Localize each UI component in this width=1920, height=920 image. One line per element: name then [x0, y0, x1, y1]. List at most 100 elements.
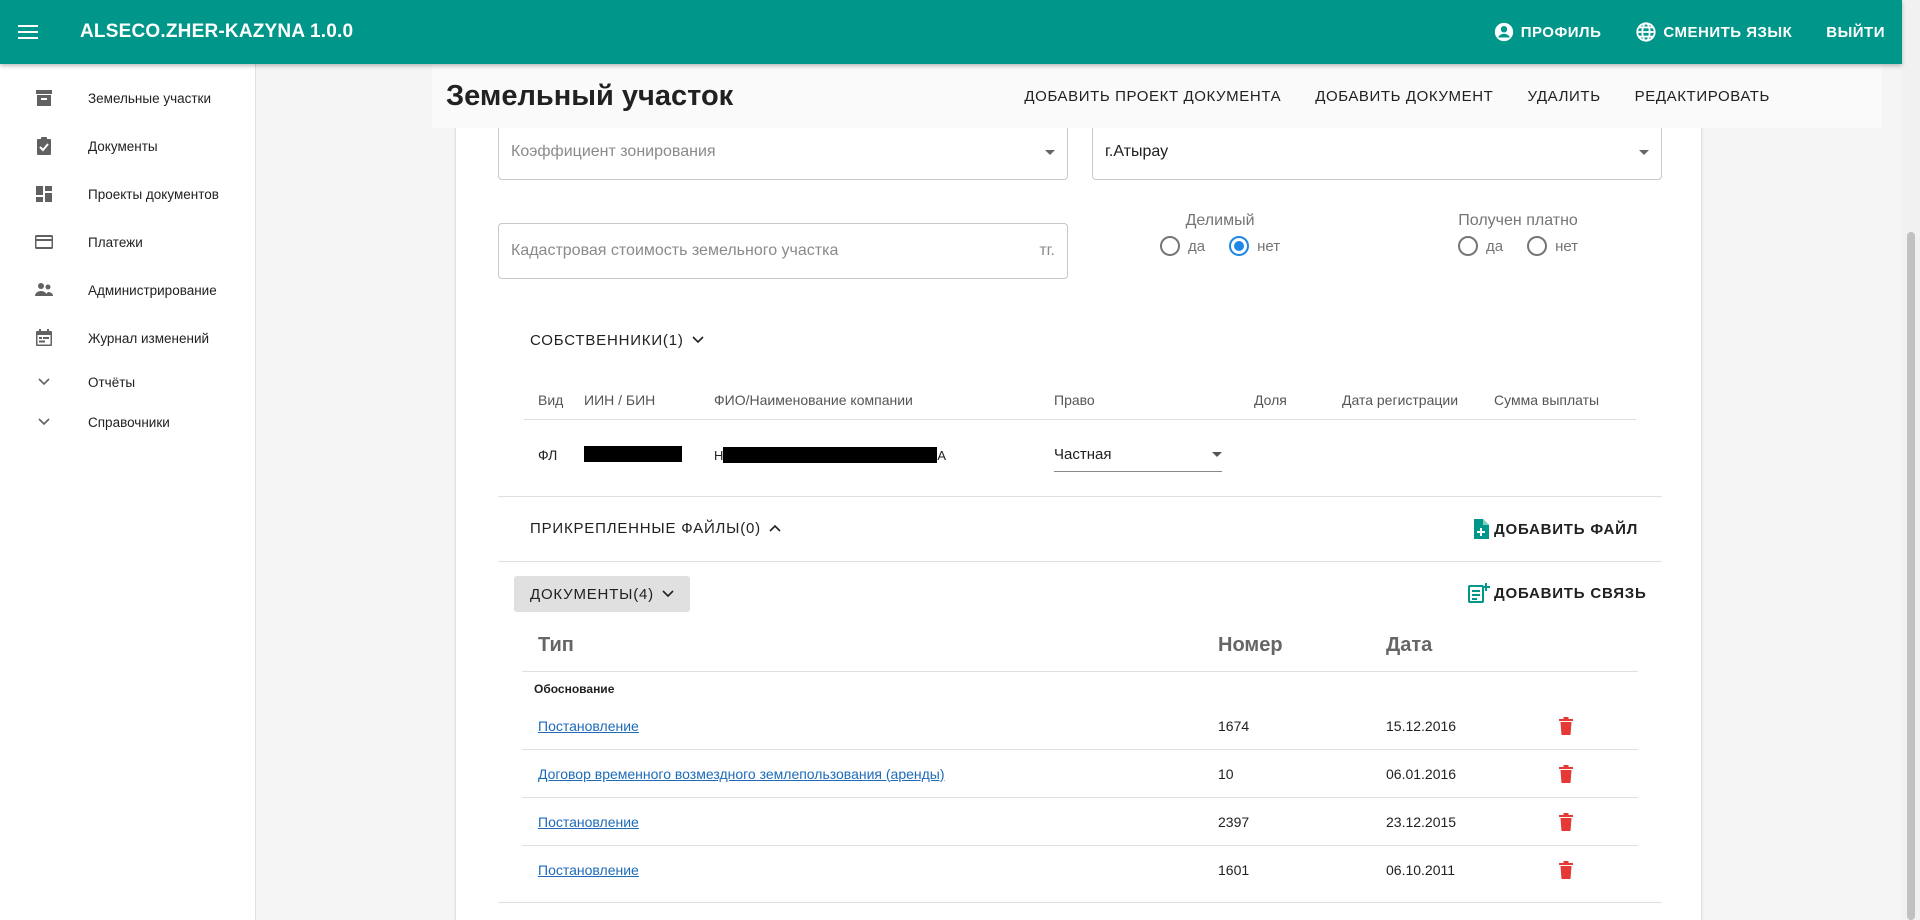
logout-button[interactable]: ВЫЙТИ: [1809, 0, 1902, 64]
sidebar-group-label: Справочники: [88, 414, 170, 430]
dashboard-icon: [32, 182, 56, 206]
app-title: ALSECO.ZHER-KAZYNA 1.0.0: [80, 21, 354, 42]
documents-col-header: Номер: [1218, 634, 1283, 656]
divisible-no-radio[interactable]: [1229, 236, 1250, 256]
region-select[interactable]: г.Атырау: [1092, 124, 1662, 180]
page-title: Земельный участок: [446, 79, 734, 112]
add-document-button[interactable]: ДОБАВИТЬ ДОКУМЕНТ: [1298, 88, 1510, 105]
delete-icon[interactable]: [1554, 714, 1578, 738]
divisible-title: Делимый: [1185, 212, 1255, 229]
divider: [498, 902, 1662, 903]
credit-card-icon: [32, 230, 56, 254]
zoning-coefficient-select[interactable]: Коэффициент зонирования: [498, 124, 1068, 180]
sidebar-group-label: Отчёты: [88, 374, 136, 390]
owner-name-suffix: А: [937, 447, 947, 463]
attached-files-toggle[interactable]: ПРИКРЕПЛЕННЫЕ ФАЙЛЫ(0): [514, 510, 797, 546]
radio-label: да: [1188, 237, 1206, 255]
change-language-button[interactable]: СМЕНИТЬ ЯЗЫК: [1618, 0, 1809, 64]
paid-yes-radio[interactable]: [1458, 236, 1478, 256]
owners-toggle[interactable]: СОБСТВЕННИКИ(1): [514, 322, 720, 358]
sidebar-item-change-log[interactable]: Журнал изменений: [0, 314, 255, 362]
divisible-radio-group: Делимый да нет: [1160, 212, 1280, 256]
owner-name-redacted: [723, 447, 938, 463]
document-date: 06.10.2011: [1386, 862, 1456, 878]
documents-col-header: Тип: [538, 634, 574, 656]
delete-icon[interactable]: [1554, 858, 1578, 882]
documents-col-header: Дата: [1386, 634, 1433, 656]
sidebar-item-land-plots[interactable]: Земельные участки: [0, 74, 255, 122]
chevron-down-icon: [662, 590, 674, 598]
currency-suffix: тг.: [1039, 242, 1055, 259]
owners-col-header: Сумма выплаты: [1494, 391, 1600, 408]
document-date: 15.12.2016: [1386, 717, 1457, 734]
owners-toggle-label: СОБСТВЕННИКИ(1): [530, 331, 684, 349]
chevron-down-icon: [32, 370, 56, 394]
edit-button[interactable]: РЕДАКТИРОВАТЬ: [1618, 88, 1787, 105]
divider: [498, 561, 1662, 562]
language-label: СМЕНИТЬ ЯЗЫК: [1663, 23, 1793, 41]
table-row: Постановление 1674 15.12.2016: [522, 702, 1638, 750]
documents-toggle-label: ДОКУМЕНТЫ(4): [530, 585, 654, 603]
radio-label: нет: [1257, 237, 1281, 255]
cadastral-value-input[interactable]: Кадастровая стоимость земельного участка…: [498, 223, 1068, 279]
document-number: 10: [1218, 765, 1234, 782]
globe-icon: [1636, 22, 1656, 42]
radio-label: нет: [1555, 237, 1579, 255]
logout-label: ВЫЙТИ: [1826, 23, 1885, 41]
zoning-placeholder: Коэффициент зонирования: [511, 143, 716, 160]
add-link-label: ДОБАВИТЬ СВЯЗЬ: [1494, 584, 1647, 602]
scrollbar-thumb[interactable]: [1907, 232, 1915, 920]
document-link[interactable]: Постановление: [538, 862, 639, 878]
sidebar-item-documents[interactable]: Документы: [0, 122, 255, 170]
owner-right-select[interactable]: Частная: [1054, 438, 1222, 472]
documents-group-label: Обоснование: [534, 682, 615, 696]
chevron-up-icon: [769, 524, 781, 532]
owner-name-prefix: Н: [714, 447, 724, 463]
document-number: 1674: [1218, 717, 1250, 734]
file-plus-icon: [1474, 519, 1489, 539]
sidebar-item-document-projects[interactable]: Проекты документов: [0, 170, 255, 218]
sidebar-item-label: Администрирование: [88, 282, 217, 298]
sidebar-item-administration[interactable]: Администрирование: [0, 266, 255, 314]
page-header: Земельный участок ДОБАВИТЬ ПРОЕКТ ДОКУМЕ…: [432, 64, 1882, 128]
owners-col-header: Доля: [1254, 391, 1287, 408]
dropdown-arrow-icon: [1639, 149, 1649, 155]
document-date: 06.01.2016: [1386, 765, 1457, 782]
table-row: Постановление 1601 06.10.2011: [522, 846, 1638, 894]
app-bar: ALSECO.ZHER-KAZYNA 1.0.0 ПРОФИЛЬ СМЕНИТЬ…: [0, 0, 1902, 64]
document-link[interactable]: Договор временного возмездного землеполь…: [538, 766, 945, 782]
documents-toggle[interactable]: ДОКУМЕНТЫ(4): [514, 576, 690, 612]
sidebar-group-directories[interactable]: Справочники: [0, 402, 255, 442]
page-scrollbar[interactable]: [1902, 0, 1920, 920]
playlist-add-icon: [1468, 583, 1490, 603]
owners-col-header: Право: [1054, 391, 1095, 408]
delete-icon[interactable]: [1554, 762, 1578, 786]
sidebar-item-label: Земельные участки: [88, 90, 212, 106]
divisible-yes-radio[interactable]: [1160, 236, 1180, 256]
owner-name: Н А: [714, 447, 1054, 463]
sidebar-item-label: Журнал изменений: [88, 330, 210, 346]
add-file-button[interactable]: ДОБАВИТЬ ФАЙЛ: [1472, 518, 1638, 540]
delete-button[interactable]: УДАЛИТЬ: [1510, 88, 1617, 105]
profile-button[interactable]: ПРОФИЛЬ: [1476, 0, 1619, 64]
paid-title: Получен платно: [1458, 212, 1578, 229]
attached-files-toggle-label: ПРИКРЕПЛЕННЫЕ ФАЙЛЫ(0): [530, 519, 761, 537]
add-link-button[interactable]: ДОБАВИТЬ СВЯЗЬ: [1468, 582, 1647, 604]
paid-no-radio[interactable]: [1527, 236, 1548, 256]
archive-icon: [32, 86, 56, 110]
document-link[interactable]: Постановление: [538, 718, 639, 734]
sidebar-group-reports[interactable]: Отчёты: [0, 362, 255, 402]
owner-kind: ФЛ: [538, 447, 558, 463]
radio-label: да: [1486, 237, 1504, 255]
document-number: 2397: [1218, 813, 1250, 830]
chevron-down-icon: [692, 336, 704, 344]
delete-icon[interactable]: [1554, 810, 1578, 834]
document-link[interactable]: Постановление: [538, 814, 639, 830]
paid-radio-group: Получен платно да нет: [1458, 212, 1578, 256]
clipboard-check-icon: [32, 134, 56, 158]
sidebar-item-payments[interactable]: Платежи: [0, 218, 255, 266]
menu-icon[interactable]: [0, 0, 56, 64]
profile-label: ПРОФИЛЬ: [1520, 23, 1602, 41]
add-document-project-button[interactable]: ДОБАВИТЬ ПРОЕКТ ДОКУМЕНТА: [1007, 88, 1298, 105]
sidebar-item-label: Платежи: [88, 234, 143, 250]
